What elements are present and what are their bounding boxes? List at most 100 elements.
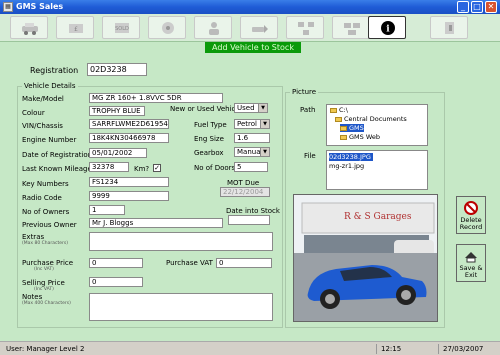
fuel-type-select[interactable]: Petrol ▼ xyxy=(234,119,270,129)
chevron-down-icon: ▼ xyxy=(260,120,269,128)
file-item[interactable]: mg-zr1.jpg xyxy=(329,162,364,170)
new-or-used-select[interactable]: Used ▼ xyxy=(234,103,268,113)
exit-button[interactable] xyxy=(430,16,468,39)
gearbox-select[interactable]: Manual ▼ xyxy=(234,147,270,157)
registration-field[interactable]: 02D3238 xyxy=(87,63,147,76)
key-numbers-field[interactable]: FS1234 xyxy=(89,177,169,187)
owners-field[interactable]: 1 xyxy=(89,205,125,215)
make-model-label: Make/Model xyxy=(22,95,64,103)
network-button[interactable] xyxy=(286,16,324,39)
folder-label: Central Documents xyxy=(344,115,407,123)
extras-field[interactable] xyxy=(89,232,273,251)
save-exit-button[interactable]: Save & Exit xyxy=(456,244,486,282)
colour-label: Colour xyxy=(22,109,45,117)
minimize-button[interactable]: _ xyxy=(457,1,469,13)
purchase-vat-field[interactable]: 0 xyxy=(216,258,272,268)
make-model-field[interactable]: MG ZR 160+ 1.8VVC 5DR xyxy=(89,93,223,103)
status-time: 12:15 xyxy=(376,344,420,354)
date-registration-label: Date of Registration xyxy=(22,151,93,159)
close-button[interactable]: ✕ xyxy=(485,1,497,13)
file-list[interactable]: 02d3238.JPG mg-zr1.jpg xyxy=(326,150,428,190)
mot-due-field[interactable]: 22/12/2004 xyxy=(220,187,270,197)
svg-text:R & S Garages: R & S Garages xyxy=(344,212,412,222)
vin-field[interactable]: SARRFLWME2D619546 xyxy=(89,119,169,129)
picture-title: Picture xyxy=(290,88,319,96)
date-registration-field[interactable]: 05/01/2002 xyxy=(89,148,147,158)
doors-field[interactable]: 5 xyxy=(234,162,268,172)
previous-owner-field[interactable]: Mr J. Bloggs xyxy=(89,218,223,228)
date-into-stock-label: Date into Stock xyxy=(226,207,280,215)
delete-record-label: Delete Record xyxy=(459,216,483,231)
car-icon xyxy=(22,23,38,35)
doors-label: No of Doors xyxy=(194,164,236,172)
engine-number-field[interactable]: 18K4KN30466978 xyxy=(89,133,169,143)
last-mileage-field[interactable]: 32378 xyxy=(89,162,129,172)
service-button[interactable] xyxy=(148,16,186,39)
svg-text:£: £ xyxy=(74,26,78,33)
folder-icon xyxy=(340,125,347,131)
purchase-price-field[interactable]: 0 xyxy=(89,258,143,268)
folder-gms-web[interactable]: GMS Web xyxy=(340,133,380,141)
new-or-used-label: New or Used Vehicle xyxy=(170,105,242,113)
path-label: Path xyxy=(300,106,316,114)
sale-button[interactable]: SOLD xyxy=(102,16,140,39)
colour-field[interactable]: TROPHY BLUE xyxy=(89,106,145,116)
owners-label: No of Owners xyxy=(22,208,70,216)
km-checkbox[interactable]: ✓ xyxy=(153,164,161,172)
money-icon: £ xyxy=(69,24,83,33)
customer-button[interactable] xyxy=(194,16,232,39)
chevron-down-icon: ▼ xyxy=(258,104,267,112)
status-bar: User: Manager Level 2 12:15 27/03/2007 xyxy=(0,341,500,355)
page-banner: Add Vehicle to Stock xyxy=(205,42,301,53)
money-button[interactable]: £ xyxy=(56,16,94,39)
service-icon xyxy=(162,22,174,34)
app-icon: ▦ xyxy=(3,2,13,12)
network2-button[interactable] xyxy=(332,16,370,39)
title-bar: ▦ GMS Sales _ □ ✕ xyxy=(0,0,500,14)
previous-owner-label: Previous Owner xyxy=(22,221,77,229)
purchase-price-label: Purchase Price xyxy=(22,259,74,267)
status-user: User: Manager Level 2 xyxy=(6,345,85,353)
purchase-vat-label: Purchase VAT xyxy=(166,259,213,267)
chevron-down-icon: ▼ xyxy=(260,148,269,156)
eng-size-field[interactable]: 1.6 xyxy=(234,133,270,143)
delete-record-button[interactable]: Delete Record xyxy=(456,196,486,234)
vehicle-details-title: Vehicle Details xyxy=(22,82,78,90)
folder-icon xyxy=(335,116,342,122)
key-numbers-label: Key Numbers xyxy=(22,180,69,188)
purchase-price-hint: (Inc VAT) xyxy=(34,267,54,272)
folder-tree[interactable]: C:\ Central Documents GMS GMS Web xyxy=(326,104,428,146)
extras-hint: (Max 80 Characters) xyxy=(22,241,68,246)
date-into-stock-field[interactable] xyxy=(228,215,270,225)
folder-central-documents[interactable]: Central Documents xyxy=(335,115,407,123)
vehicle-photo-image: R & S Garages xyxy=(294,195,437,321)
file-item[interactable]: 02d3238.JPG xyxy=(329,153,373,161)
svg-text:i: i xyxy=(386,25,390,35)
save-exit-icon xyxy=(465,252,477,263)
network-icon xyxy=(298,22,314,35)
selling-price-field[interactable]: 0 xyxy=(89,277,143,287)
selling-price-label: Selling Price xyxy=(22,279,65,287)
info-button[interactable]: i xyxy=(368,16,406,39)
window-title: GMS Sales xyxy=(16,2,64,11)
sale-icon: SOLD xyxy=(115,23,129,33)
folder-icon xyxy=(340,134,347,140)
maximize-button[interactable]: □ xyxy=(471,1,483,13)
transfer-button[interactable] xyxy=(240,16,278,39)
new-or-used-value: Used xyxy=(237,104,255,112)
folder-icon xyxy=(330,107,337,113)
save-exit-label: Save & Exit xyxy=(459,264,483,279)
vin-label: VIN/Chassis xyxy=(22,122,63,130)
car-stock-button[interactable] xyxy=(10,16,48,39)
info-icon: i xyxy=(381,21,395,35)
status-date: 27/03/2007 xyxy=(438,344,496,354)
folder-label: GMS Web xyxy=(349,133,381,141)
exit-icon xyxy=(445,22,454,34)
notes-hint: (Max 400 Characters) xyxy=(22,301,71,306)
folder-gms[interactable]: GMS xyxy=(340,124,364,132)
radio-code-field[interactable]: 9999 xyxy=(89,191,169,201)
notes-field[interactable] xyxy=(89,293,273,321)
folder-c-drive[interactable]: C:\ xyxy=(330,106,348,114)
folder-label: GMS xyxy=(349,124,364,132)
last-mileage-label: Last Known Mileage xyxy=(22,165,92,173)
